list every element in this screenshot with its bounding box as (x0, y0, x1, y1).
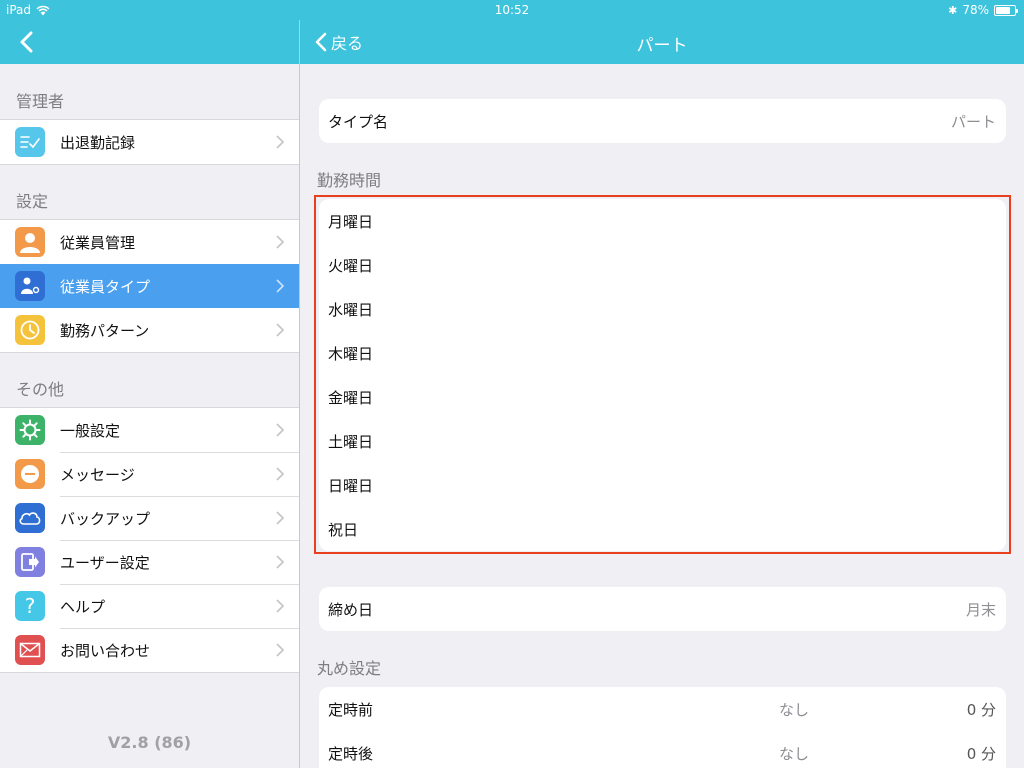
help-icon: ? (15, 591, 45, 621)
battery-icon (994, 4, 1018, 16)
section-header-settings: 設定 (16, 192, 49, 211)
type-name-value: パート (950, 112, 996, 131)
clock-icon (15, 315, 45, 345)
rounding-row[interactable]: 定時後 なし 0 分 (319, 731, 1006, 768)
rounding-row[interactable]: 定時前 なし 0 分 (319, 687, 1006, 731)
sidebar-item-label: 出退勤記録 (60, 133, 136, 152)
sidebar-item-help[interactable]: ? ヘルプ (0, 584, 299, 628)
highlight-box (314, 195, 1011, 554)
closing-day-label: 締め日 (328, 600, 374, 619)
chevron-right-icon (276, 467, 285, 481)
sidebar-nav-bar (0, 20, 299, 64)
admin-group: 出退勤記録 (0, 119, 299, 165)
sidebar-item-contact[interactable]: お問い合わせ (0, 628, 299, 672)
sidebar-item-attendance[interactable]: 出退勤記録 (0, 120, 299, 164)
sidebar-item-backup[interactable]: バックアップ (0, 496, 299, 540)
work-hours-header: 勤務時間 (317, 171, 382, 190)
battery-percent: 78% (962, 3, 989, 17)
chevron-right-icon (276, 423, 285, 437)
chevron-right-icon (276, 279, 285, 293)
rounding-value: 0 分 (966, 700, 996, 719)
chevron-right-icon (276, 599, 285, 613)
settings-group: 従業員管理 従業員タイプ 勤務パターン (0, 219, 299, 353)
section-header-other: その他 (16, 380, 65, 399)
sidebar-item-employee-management[interactable]: 従業員管理 (0, 220, 299, 264)
chevron-right-icon (276, 323, 285, 337)
sidebar-item-work-pattern[interactable]: 勤務パターン (0, 308, 299, 352)
rounding-setting: なし (779, 744, 810, 763)
rounding-value: 0 分 (966, 744, 996, 763)
person-type-icon (15, 271, 45, 301)
chevron-right-icon (276, 555, 285, 569)
closing-day-row[interactable]: 締め日 月末 (319, 587, 1006, 631)
rounding-card: 定時前 なし 0 分 定時後 なし 0 分 (319, 687, 1006, 768)
clock-time: 10:52 (494, 3, 530, 17)
page-title: パート (636, 36, 688, 56)
sidebar-item-label: 一般設定 (60, 421, 121, 440)
chevron-right-icon (276, 135, 285, 149)
sidebar-item-employee-type[interactable]: 従業員タイプ (0, 264, 299, 308)
attendance-icon (15, 127, 45, 157)
sidebar-item-label: メッセージ (60, 465, 135, 484)
rounding-header: 丸め設定 (317, 659, 382, 678)
chevron-right-icon (276, 511, 285, 525)
type-name-card: タイプ名 パート (319, 99, 1006, 143)
gear-icon (15, 415, 45, 445)
sidebar-item-label: 勤務パターン (60, 321, 150, 340)
rounding-label: 定時後 (328, 744, 374, 763)
chevron-right-icon (276, 643, 285, 657)
type-name-label: タイプ名 (328, 112, 389, 131)
rounding-label: 定時前 (328, 700, 374, 719)
message-icon (15, 459, 45, 489)
sidebar-item-messages[interactable]: メッセージ (0, 452, 299, 496)
type-name-row[interactable]: タイプ名 パート (319, 99, 1006, 143)
mail-icon (15, 635, 45, 665)
sidebar-item-label: バックアップ (60, 509, 151, 528)
closing-day-card: 締め日 月末 (319, 587, 1006, 631)
sidebar-item-label: ユーザー設定 (60, 553, 150, 572)
sidebar: 管理者 出退勤記録 設定 従業員管理 従業員タイプ 勤務パターン その他 一般設… (0, 0, 300, 768)
person-icon (15, 227, 45, 257)
sidebar-item-label: 従業員タイプ (60, 277, 151, 296)
rounding-setting: なし (779, 700, 810, 719)
app-version: V2.8 (86) (107, 733, 192, 752)
sidebar-item-label: ヘルプ (60, 597, 106, 616)
bluetooth-icon: ✱ (948, 3, 958, 17)
chevron-right-icon (276, 235, 285, 249)
main-nav-bar: 戻る パート (300, 20, 1024, 64)
status-bar: iPad 10:52 ✱ 78% (0, 0, 1024, 20)
back-chevron-icon[interactable] (16, 30, 38, 54)
sidebar-item-user-settings[interactable]: ユーザー設定 (0, 540, 299, 584)
sidebar-item-label: 従業員管理 (60, 233, 136, 252)
cloud-icon (15, 503, 45, 533)
section-header-admin: 管理者 (16, 92, 65, 111)
closing-day-value: 月末 (965, 600, 996, 619)
other-group: 一般設定 メッセージ バックアップ ユーザー設定 ? ヘルプ お問い合わせ (0, 407, 299, 673)
logout-icon (15, 547, 45, 577)
sidebar-item-general-settings[interactable]: 一般設定 (0, 408, 299, 452)
sidebar-item-label: お問い合わせ (60, 641, 151, 660)
